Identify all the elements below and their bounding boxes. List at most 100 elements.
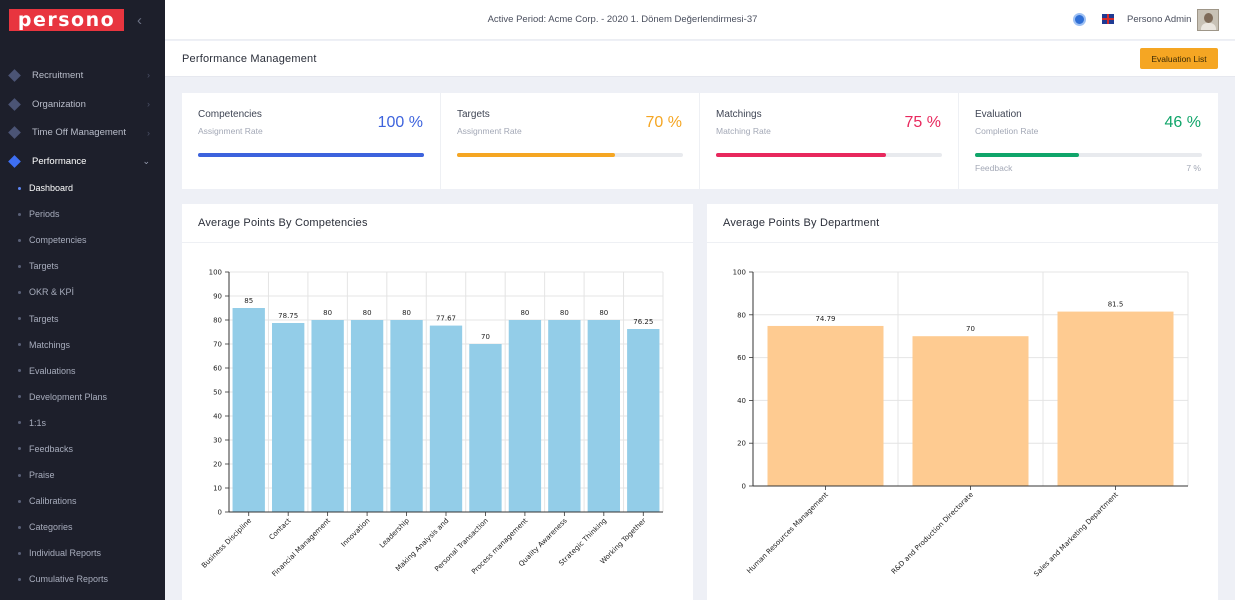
data-label: 70 [966, 325, 975, 333]
data-label: 80 [402, 309, 411, 317]
sidebar-subitem-individual-reports[interactable]: Individual Reports [0, 540, 165, 566]
bar [272, 323, 305, 512]
sidebar-subitem-evaluations[interactable]: Evaluations [0, 358, 165, 384]
bar [1057, 311, 1174, 486]
bullet-icon [18, 317, 21, 321]
bar [232, 308, 265, 512]
persono-logo[interactable]: persono [9, 9, 124, 31]
data-label: 78.75 [278, 312, 298, 320]
bullet-icon [18, 447, 21, 451]
subitem-label: Periods [29, 209, 60, 220]
progress-bar [457, 153, 683, 157]
sidebar-subitem-categories[interactable]: Categories [0, 514, 165, 540]
stat-subtitle: Completion Rate [975, 126, 1039, 136]
bullet-icon [18, 421, 21, 425]
stat-competencies: Competencies Assignment Rate 100 % [182, 93, 441, 189]
sidebar-item-time-off[interactable]: Time Off Management › [0, 118, 165, 147]
sidebar-subitem-competencies[interactable]: Competencies [0, 227, 165, 253]
sidebar-subitem-calibrations[interactable]: Calibrations [0, 488, 165, 514]
sidebar-item-performance[interactable]: Performance ⌄ [0, 147, 165, 176]
sidebar-subitem-development-plans[interactable]: Development Plans [0, 384, 165, 410]
data-label: 74.79 [815, 315, 835, 323]
stat-value: 70 % [645, 114, 682, 131]
y-tick-label: 50 [213, 389, 222, 397]
bar [390, 320, 423, 512]
uk-flag-icon[interactable] [1102, 14, 1114, 24]
chevron-down-icon: ⌄ [142, 155, 150, 166]
data-label: 77.67 [436, 315, 456, 323]
diamond-icon [8, 126, 21, 140]
data-label: 76.25 [633, 318, 653, 326]
sidebar-subitem-okr-kpi[interactable]: OKR & KPİ [0, 279, 165, 305]
subitem-label: Dashboard [29, 183, 74, 194]
page-title: Performance Management [182, 53, 317, 65]
sidebar-subitem-cumulative-reports[interactable]: Cumulative Reports [0, 566, 165, 592]
subitem-label: Individual Reports [29, 548, 102, 559]
stat-title: Targets [457, 109, 490, 120]
competencies-bar-chart: 0 10 20 30 40 50 60 70 80 90 100 85 Business Discipl… [200, 269, 664, 578]
subitem-label: Calibrations [29, 496, 77, 507]
y-tick-label: 30 [213, 437, 222, 445]
sidebar-collapse-icon[interactable]: ‹ [137, 12, 142, 29]
data-label: 81.5 [1108, 301, 1124, 309]
progress-fill [716, 153, 886, 157]
sidebar-subitem-praise[interactable]: Praise [0, 462, 165, 488]
stat-subtitle: Assignment Rate [198, 126, 263, 136]
data-label: 80 [323, 309, 332, 317]
sidebar-subitem-matchings[interactable]: Matchings [0, 332, 165, 358]
x-tick-label: Sales and Marketing Department [1032, 491, 1120, 579]
evaluation-list-button[interactable]: Evaluation List [1140, 48, 1218, 69]
bar [587, 320, 620, 512]
chevron-right-icon: › [147, 70, 150, 81]
stat-title: Matchings [716, 109, 762, 120]
progress-bar [716, 153, 942, 157]
progress-fill [975, 153, 1080, 157]
diamond-icon [8, 97, 21, 111]
progress-bar [975, 153, 1202, 157]
sidebar-item-organization[interactable]: Organization › [0, 90, 165, 119]
subitem-label: Praise [29, 470, 55, 481]
progress-fill [457, 153, 616, 157]
y-tick-label: 40 [737, 397, 746, 405]
globe-icon[interactable] [1073, 13, 1086, 26]
subitem-label: Development Plans [29, 391, 108, 402]
sidebar-subitem-dashboard[interactable]: Dashboard [0, 175, 165, 201]
sidebar-item-recruitment[interactable]: Recruitment › [0, 61, 165, 90]
bar [767, 325, 884, 486]
diamond-icon [8, 68, 21, 82]
bar [469, 344, 502, 512]
y-tick-label: 20 [213, 461, 222, 469]
stat-matchings: Matchings Matching Rate 75 % [700, 93, 959, 189]
bullet-icon [18, 238, 21, 242]
bullet-icon [18, 473, 21, 477]
y-tick-label: 80 [213, 317, 222, 325]
sidebar-subitem-targets-2[interactable]: Targets [0, 305, 165, 331]
sidebar-subitem-feedbacks[interactable]: Feedbacks [0, 436, 165, 462]
y-tick-label: 0 [218, 509, 222, 517]
department-bar-chart: 0 20 40 60 80 100 74.79 Human Resources Managem… [733, 269, 1189, 579]
y-tick-label: 60 [737, 354, 746, 362]
y-tick-label: 20 [737, 440, 746, 448]
sidebar-subitem-periods[interactable]: Periods [0, 201, 165, 227]
bar [429, 325, 463, 512]
x-tick-label: R&D and Production Directorate [890, 491, 975, 576]
sidebar-item-label: Organization [32, 98, 86, 110]
data-label: 80 [520, 309, 529, 317]
subitem-label: Categories [29, 522, 73, 533]
bullet-icon [18, 264, 21, 268]
data-label: 80 [560, 309, 569, 317]
bullet-icon [18, 343, 21, 347]
sidebar: persono ‹ Recruitment › Organization › T… [0, 0, 165, 600]
department-chart-card: Average Points By Department 0 20 40 60 80 10… [707, 204, 1218, 600]
y-tick-label: 100 [209, 269, 222, 277]
competencies-chart-card: Average Points By Competencies 0 10 20 30 40… [182, 204, 693, 600]
sidebar-subitem-one-on-ones[interactable]: 1:1s [0, 410, 165, 436]
performance-submenu: Dashboard Periods Competencies Targets O… [0, 175, 165, 593]
stat-targets: Targets Assignment Rate 70 % [441, 93, 700, 189]
user-name[interactable]: Persono Admin [1127, 14, 1191, 25]
sidebar-subitem-targets[interactable]: Targets [0, 253, 165, 279]
y-tick-label: 0 [742, 483, 746, 491]
topbar: Active Period: Acme Corp. - 2020 1. Döne… [165, 0, 1235, 40]
bullet-icon [18, 525, 21, 529]
avatar[interactable] [1197, 9, 1219, 31]
